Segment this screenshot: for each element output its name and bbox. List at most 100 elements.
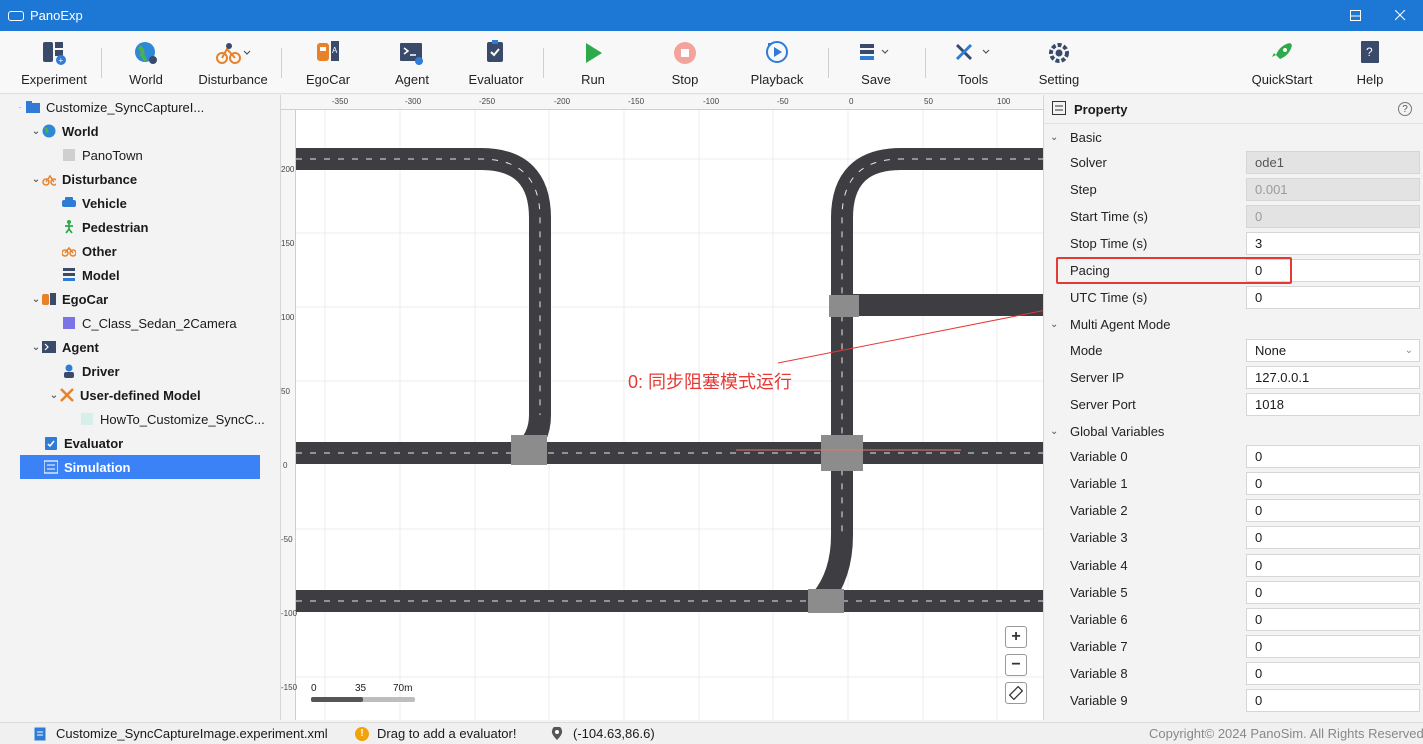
world-button[interactable]: World	[123, 31, 169, 93]
variable-field[interactable]: 0	[1246, 526, 1420, 549]
disturbance-button[interactable]: Disturbance	[197, 31, 269, 93]
pacing-annotation: 0: 同步阻塞模式运行	[628, 372, 793, 392]
gear-icon	[1049, 43, 1069, 63]
row-variable: Variable 00	[1044, 443, 1423, 470]
setting-button[interactable]: Setting	[1033, 31, 1085, 93]
tree-item-world[interactable]: ⌄ World	[30, 119, 99, 143]
status-bar: Customize_SyncCaptureImage.experiment.xm…	[0, 722, 1423, 744]
group-basic[interactable]: ⌄ Basic	[1044, 124, 1423, 151]
tree-item-disturbance[interactable]: ⌄ Disturbance	[30, 167, 137, 191]
quickstart-button[interactable]: QuickStart	[1249, 31, 1315, 93]
variable-field[interactable]: 0	[1246, 472, 1420, 495]
folder-icon	[26, 100, 40, 114]
agent-icon	[400, 43, 423, 65]
svg-text:?: ?	[1366, 45, 1373, 59]
measure-ruler-button[interactable]	[1005, 682, 1027, 704]
group-multi-agent[interactable]: ⌄ Multi Agent Mode	[1044, 311, 1423, 338]
stop-time-field[interactable]: 3	[1246, 232, 1420, 255]
tree-item-egocar[interactable]: ⌄ EgoCar	[30, 287, 108, 311]
tree-item-other[interactable]: Other	[62, 239, 117, 263]
playback-button[interactable]: Playback	[747, 31, 807, 93]
tree-item-evaluator[interactable]: Evaluator	[44, 431, 123, 455]
row-variable: Variable 20	[1044, 497, 1423, 524]
tree-item-simulation[interactable]: Simulation	[20, 455, 260, 479]
row-server-port: Server Port 1018	[1044, 391, 1423, 418]
help-icon[interactable]: ?	[1398, 102, 1412, 116]
svg-text:+: +	[59, 56, 64, 65]
variable-field[interactable]: 0	[1246, 635, 1420, 658]
variable-field[interactable]: 0	[1246, 662, 1420, 685]
tree-item-agent[interactable]: ⌄ Agent	[30, 335, 99, 359]
tree-item-driver[interactable]: Driver	[62, 359, 120, 383]
server-port-field[interactable]: 1018	[1246, 393, 1420, 416]
row-variable: Variable 10	[1044, 470, 1423, 497]
location-pin-icon	[551, 726, 563, 740]
variable-field[interactable]: 0	[1246, 581, 1420, 604]
run-button[interactable]: Run	[572, 31, 614, 93]
rocket-icon	[1272, 43, 1292, 59]
egocar-icon	[42, 292, 56, 306]
vehicle-model-icon	[62, 316, 76, 330]
tools-icon	[60, 388, 74, 402]
warning-icon: !	[355, 726, 369, 741]
tree-item-sedan[interactable]: C_Class_Sedan_2Camera	[62, 311, 237, 335]
zoom-out-button[interactable]: −	[1005, 654, 1027, 676]
row-mode: Mode None ⌄	[1044, 337, 1423, 364]
ruler-vertical: 200 150 100 50 0 -50 -100 -150	[281, 110, 297, 720]
tree-item-panotown[interactable]: PanoTown	[62, 143, 143, 167]
egocar-button[interactable]: A EgoCar	[304, 31, 352, 93]
disturbance-icon	[42, 172, 56, 186]
variable-field[interactable]: 0	[1246, 689, 1420, 712]
tree-item-model[interactable]: Model	[62, 263, 120, 287]
evaluator-icon	[487, 40, 503, 62]
save-button[interactable]: Save	[852, 31, 900, 93]
model-file-icon	[80, 412, 94, 426]
row-utc-time: UTC Time (s) 0	[1044, 284, 1423, 311]
step-field[interactable]: 0.001	[1246, 178, 1420, 201]
row-stop-time: Stop Time (s) 3	[1044, 230, 1423, 257]
help-book-icon: ?	[1361, 41, 1379, 63]
agent-button[interactable]: Agent	[388, 31, 436, 93]
solver-field[interactable]: ode1	[1246, 151, 1420, 174]
save-icon	[860, 44, 889, 60]
title-bar: PanoExp	[0, 0, 1423, 31]
close-icon	[1395, 10, 1406, 21]
tree-item-vehicle[interactable]: Vehicle	[62, 191, 127, 215]
experiment-icon: +	[43, 42, 66, 65]
tree-item-howto-model[interactable]: HowTo_Customize_SyncC...	[80, 407, 265, 431]
map-placeholder-icon	[62, 148, 76, 162]
status-warning: ! Drag to add a evaluator!	[355, 726, 516, 741]
stop-button[interactable]: Stop	[662, 31, 708, 93]
experiment-button[interactable]: + Experiment	[21, 31, 87, 93]
row-solver: Solver ode1	[1044, 149, 1423, 176]
start-time-field[interactable]: 0	[1246, 205, 1420, 228]
tree-item-user-model[interactable]: ⌄ User-defined Model	[48, 383, 201, 407]
property-panel: Property ? ⌄ Basic Solver ode1 Step 0.001…	[1043, 95, 1423, 720]
tools-button[interactable]: Tools	[946, 31, 1000, 93]
variable-field[interactable]: 0	[1246, 554, 1420, 577]
evaluator-icon	[44, 436, 58, 450]
maximize-button[interactable]	[1332, 0, 1378, 31]
model-stack-icon	[62, 268, 76, 282]
experiment-tree: · Customize_SyncCaptureI... ⌄ World Pano…	[0, 95, 280, 720]
server-ip-field[interactable]: 127.0.0.1	[1246, 366, 1420, 389]
help-button[interactable]: ? Help	[1352, 31, 1388, 93]
map-canvas[interactable]: -350 -300 -250 -200 -150 -100 -50 0 50 1…	[280, 95, 1043, 720]
tree-item-pedestrian[interactable]: Pedestrian	[62, 215, 148, 239]
variable-field[interactable]: 0	[1246, 608, 1420, 631]
zoom-in-button[interactable]: +	[1005, 626, 1027, 648]
tree-root[interactable]: · Customize_SyncCaptureI...	[14, 95, 205, 119]
utc-time-field[interactable]: 0	[1246, 286, 1420, 309]
variable-field[interactable]: 0	[1246, 445, 1420, 468]
row-variable: Variable 30	[1044, 524, 1423, 551]
simulation-settings-icon	[44, 460, 58, 474]
variable-field[interactable]: 0	[1246, 499, 1420, 522]
main-toolbar: + Experiment World Disturbance A EgoCar …	[0, 31, 1423, 94]
evaluator-button[interactable]: Evaluator	[464, 31, 528, 93]
group-global-variables[interactable]: ⌄ Global Variables	[1044, 418, 1423, 445]
mode-select[interactable]: None ⌄	[1246, 339, 1420, 362]
pacing-highlight-box	[1056, 257, 1292, 284]
row-variable: Variable 40	[1044, 552, 1423, 579]
close-button[interactable]	[1378, 0, 1423, 31]
egocar-icon: A	[317, 41, 339, 61]
